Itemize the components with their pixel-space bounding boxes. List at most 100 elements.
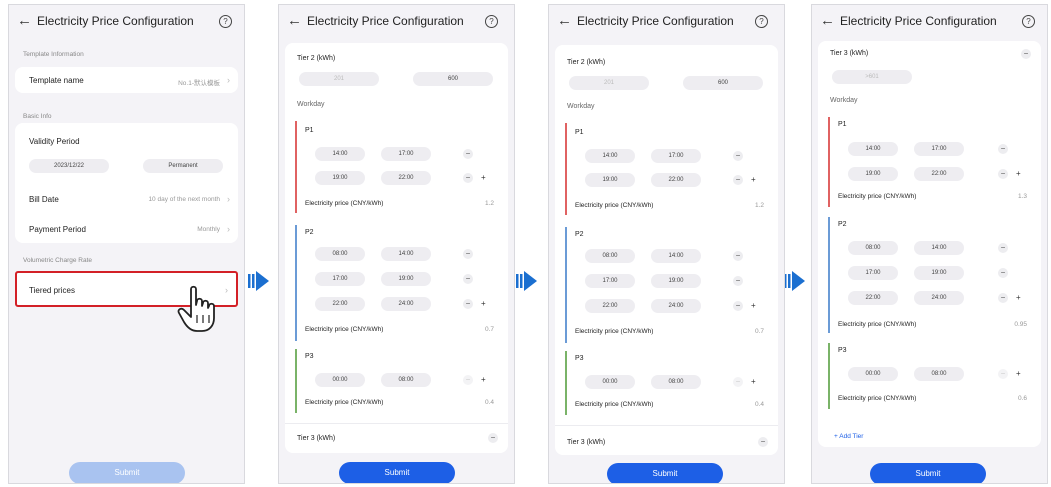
p2-end-time[interactable]: 24:00 [914,291,964,305]
p1-start-time[interactable]: 14:00 [315,147,365,161]
remove-row-icon[interactable]: − [998,369,1008,379]
remove-tier-icon[interactable]: − [758,437,768,447]
remove-row-icon[interactable]: − [733,151,743,161]
remove-row-icon[interactable]: − [463,249,473,259]
p2-start-time[interactable]: 17:00 [585,274,635,288]
add-row-icon[interactable]: + [751,301,756,311]
p2-price-value[interactable]: 0.95 [1014,321,1027,328]
back-arrow-icon[interactable]: ← [557,13,572,28]
p1-price-value[interactable]: 1.3 [1018,193,1027,200]
remove-row-icon[interactable]: − [463,173,473,183]
remove-row-icon[interactable]: − [463,149,473,159]
p3-start-time[interactable]: 00:00 [585,375,635,389]
help-icon[interactable]: ? [219,15,232,28]
remove-row-icon[interactable]: − [998,293,1008,303]
help-icon[interactable]: ? [485,15,498,28]
tier2-from-field[interactable]: 201 [299,72,379,86]
help-icon[interactable]: ? [755,15,768,28]
remove-row-icon[interactable]: − [463,274,473,284]
p1-start-time[interactable]: 19:00 [585,173,635,187]
remove-row-icon[interactable]: − [733,276,743,286]
screen-tiered-prices-3: ← Electricity Price Configuration ? Tier… [811,4,1048,484]
p1-price-value[interactable]: 1.2 [485,200,494,207]
p3-start-time[interactable]: 00:00 [848,367,898,381]
validity-end-field[interactable]: Permanent [143,159,223,173]
p2-end-time[interactable]: 19:00 [914,266,964,280]
p2-start-time[interactable]: 22:00 [585,299,635,313]
p2-start-time[interactable]: 22:00 [315,297,365,311]
p2-start-time[interactable]: 17:00 [848,266,898,280]
template-name-row[interactable]: Template name No.1-默认模板 › [15,67,238,93]
remove-row-icon[interactable]: − [998,169,1008,179]
p3-price-value[interactable]: 0.4 [755,401,764,408]
submit-button[interactable]: Submit [69,462,185,483]
p3-end-time[interactable]: 08:00 [914,367,964,381]
p3-end-time[interactable]: 08:00 [381,373,431,387]
remove-row-icon[interactable]: − [733,175,743,185]
p1-end-time[interactable]: 22:00 [914,167,964,181]
p1-end-time[interactable]: 17:00 [651,149,701,163]
add-row-icon[interactable]: + [481,375,486,385]
remove-row-icon[interactable]: − [998,144,1008,154]
p1-end-time[interactable]: 17:00 [914,142,964,156]
back-arrow-icon[interactable]: ← [17,13,32,28]
p2-price-value[interactable]: 0.7 [755,328,764,335]
remove-row-icon[interactable]: − [733,251,743,261]
add-row-icon[interactable]: + [481,299,486,309]
p2-start-time[interactable]: 22:00 [848,291,898,305]
p2-end-time[interactable]: 14:00 [381,247,431,261]
p1-end-time[interactable]: 22:00 [381,171,431,185]
remove-row-icon[interactable]: − [998,268,1008,278]
p1-start-time[interactable]: 14:00 [848,142,898,156]
remove-row-icon[interactable]: − [733,301,743,311]
submit-button[interactable]: Submit [339,462,455,483]
p2-start-time[interactable]: 08:00 [848,241,898,255]
p1-end-time[interactable]: 22:00 [651,173,701,187]
p2-end-time[interactable]: 24:00 [381,297,431,311]
p3-price-value[interactable]: 0.4 [485,399,494,406]
p1-end-time[interactable]: 17:00 [381,147,431,161]
p2-end-time[interactable]: 19:00 [381,272,431,286]
p2-price-value[interactable]: 0.7 [485,326,494,333]
p2-end-time[interactable]: 14:00 [914,241,964,255]
p2-end-time[interactable]: 14:00 [651,249,701,263]
back-arrow-icon[interactable]: ← [820,13,835,28]
remove-row-icon[interactable]: − [463,299,473,309]
tier2-to-field[interactable]: 600 [683,76,763,90]
add-tier-link[interactable]: + Add Tier [834,433,863,440]
add-row-icon[interactable]: + [1016,293,1021,303]
payment-period-value[interactable]: Monthly [197,226,220,233]
p1-start-time[interactable]: 14:00 [585,149,635,163]
remove-row-icon[interactable]: − [998,243,1008,253]
p1-start-time[interactable]: 19:00 [848,167,898,181]
p2-start-time[interactable]: 17:00 [315,272,365,286]
p2-start-time[interactable]: 08:00 [585,249,635,263]
remove-tier-icon[interactable]: − [488,433,498,443]
p1-price-value[interactable]: 1.2 [755,202,764,209]
p2-end-time[interactable]: 19:00 [651,274,701,288]
add-row-icon[interactable]: + [751,377,756,387]
add-row-icon[interactable]: + [751,175,756,185]
back-arrow-icon[interactable]: ← [287,13,302,28]
p1-start-time[interactable]: 19:00 [315,171,365,185]
p2-end-time[interactable]: 24:00 [651,299,701,313]
p2-start-time[interactable]: 08:00 [315,247,365,261]
p3-start-time[interactable]: 00:00 [315,373,365,387]
p3-price-value[interactable]: 0.6 [1018,395,1027,402]
p3-end-time[interactable]: 08:00 [651,375,701,389]
screen-basic-info: ← Electricity Price Configuration ? Temp… [8,4,245,484]
tier2-from-field[interactable]: 201 [569,76,649,90]
remove-row-icon[interactable]: − [463,375,473,385]
remove-tier-icon[interactable]: − [1021,49,1031,59]
add-row-icon[interactable]: + [481,173,486,183]
validity-start-field[interactable]: 2023/12/22 [29,159,109,173]
submit-button[interactable]: Submit [870,463,986,483]
submit-button[interactable]: Submit [607,463,723,483]
add-row-icon[interactable]: + [1016,169,1021,179]
bill-date-value[interactable]: 10 day of the next month [148,196,220,203]
remove-row-icon[interactable]: − [733,377,743,387]
add-row-icon[interactable]: + [1016,369,1021,379]
tier2-to-field[interactable]: 600 [413,72,493,86]
tier3-from-field[interactable]: >601 [832,70,912,84]
help-icon[interactable]: ? [1022,15,1035,28]
